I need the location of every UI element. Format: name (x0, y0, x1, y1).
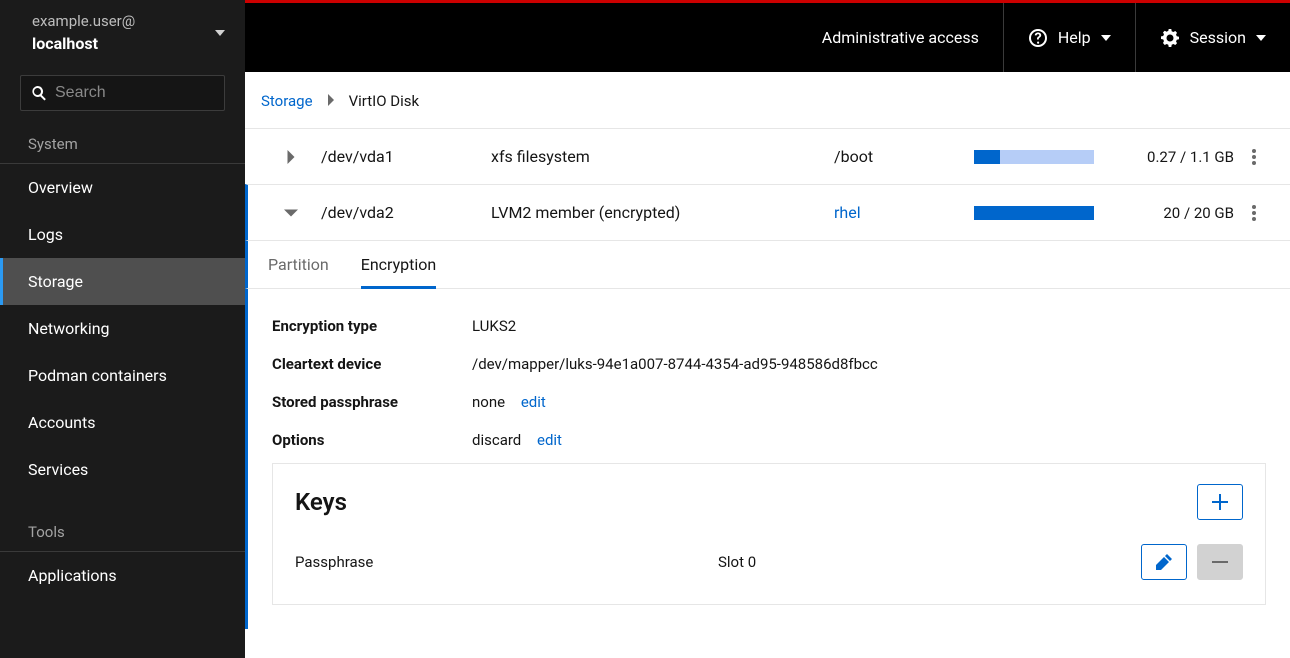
help-label: Help (1058, 28, 1091, 47)
key-row: Passphrase Slot 0 (295, 544, 1243, 580)
edit-icon (1156, 554, 1172, 570)
label-options: Options (272, 431, 472, 449)
sidebar-item-overview[interactable]: Overview (0, 164, 245, 211)
edit-stored-passphrase-link[interactable]: edit (521, 393, 546, 411)
usage-text: 0.27 / 1.1 GB (1094, 148, 1234, 166)
partition-row: /dev/vda1 xfs filesystem /boot 0.27 / 1.… (245, 128, 1290, 184)
value-cleartext-device: /dev/mapper/luks-94e1a007-8744-4354-ad95… (472, 355, 1266, 373)
keys-heading: Keys (295, 488, 347, 516)
expand-toggle[interactable] (261, 208, 321, 218)
sidebar-item-logs[interactable]: Logs (0, 211, 245, 258)
usage-bar (974, 150, 1094, 164)
expand-toggle[interactable] (261, 150, 321, 164)
caret-down-icon (1256, 35, 1266, 41)
sidebar-item-storage[interactable]: Storage (0, 258, 245, 305)
main: Administrative access Help Session Stora… (245, 0, 1290, 658)
sidebar-item-services[interactable]: Services (0, 446, 245, 493)
caret-down-icon (1101, 35, 1111, 41)
user-at: example.user@ (32, 12, 135, 30)
partition-mount-link[interactable]: rhel (834, 203, 861, 222)
breadcrumb-current: VirtIO Disk (349, 92, 420, 110)
tab-encryption[interactable]: Encryption (361, 241, 437, 289)
partition-mount: /boot (834, 147, 974, 166)
label-cleartext-device: Cleartext device (272, 355, 472, 373)
help-icon (1028, 28, 1048, 48)
edit-options-link[interactable]: edit (537, 431, 562, 449)
row-actions-menu[interactable] (1234, 205, 1274, 221)
session-menu[interactable]: Session (1135, 3, 1290, 72)
edit-key-button[interactable] (1141, 544, 1187, 580)
sidebar-item-podman[interactable]: Podman containers (0, 352, 245, 399)
hostname: localhost (32, 34, 135, 53)
chevron-right-icon (327, 92, 335, 110)
usage-text: 20 / 20 GB (1094, 204, 1234, 222)
value-stored-passphrase: none (472, 393, 505, 411)
minus-icon (1212, 554, 1228, 570)
search-input[interactable] (55, 84, 262, 102)
sidebar-host-selector[interactable]: example.user@ localhost (0, 0, 245, 67)
tab-partition[interactable]: Partition (268, 241, 329, 288)
label-stored-passphrase: Stored passphrase (272, 393, 472, 411)
usage-bar (974, 206, 1094, 220)
keys-card: Keys Passphrase Slot 0 (272, 463, 1266, 605)
key-slot: Slot 0 (718, 553, 1141, 571)
partition-desc: xfs filesystem (491, 147, 834, 166)
sidebar-item-applications[interactable]: Applications (0, 552, 245, 599)
encryption-details: Encryption type LUKS2 Cleartext device /… (245, 289, 1290, 629)
partition-desc: LVM2 member (encrypted) (491, 203, 834, 222)
section-tools: Tools (0, 513, 245, 551)
label-encryption-type: Encryption type (272, 317, 472, 335)
breadcrumb: Storage VirtIO Disk (245, 72, 1290, 128)
row-actions-menu[interactable] (1234, 149, 1274, 165)
breadcrumb-storage-link[interactable]: Storage (261, 92, 313, 110)
partition-row: /dev/vda2 LVM2 member (encrypted) rhel 2… (245, 184, 1290, 240)
remove-key-button[interactable] (1197, 544, 1243, 580)
key-type: Passphrase (295, 553, 718, 571)
value-options: discard (472, 431, 521, 449)
partition-device: /dev/vda1 (321, 147, 491, 166)
administrative-access-button[interactable]: Administrative access (798, 3, 1003, 72)
search-input-wrapper[interactable] (20, 75, 225, 111)
plus-icon (1212, 494, 1228, 510)
sidebar-item-networking[interactable]: Networking (0, 305, 245, 352)
caret-down-icon (215, 30, 225, 36)
gear-icon (1160, 28, 1180, 48)
partition-device: /dev/vda2 (321, 203, 491, 222)
value-encryption-type: LUKS2 (472, 317, 1266, 335)
help-menu[interactable]: Help (1003, 3, 1135, 72)
sidebar-item-accounts[interactable]: Accounts (0, 399, 245, 446)
sidebar: example.user@ localhost System Overview … (0, 0, 245, 658)
topbar: Administrative access Help Session (245, 0, 1290, 72)
section-system: System (0, 125, 245, 163)
session-label: Session (1190, 28, 1246, 47)
search-icon (31, 85, 47, 101)
content: Storage VirtIO Disk /dev/vda1 xfs filesy… (245, 72, 1290, 658)
tabs: Partition Encryption (245, 240, 1290, 289)
add-key-button[interactable] (1197, 484, 1243, 520)
admin-label: Administrative access (822, 28, 979, 47)
